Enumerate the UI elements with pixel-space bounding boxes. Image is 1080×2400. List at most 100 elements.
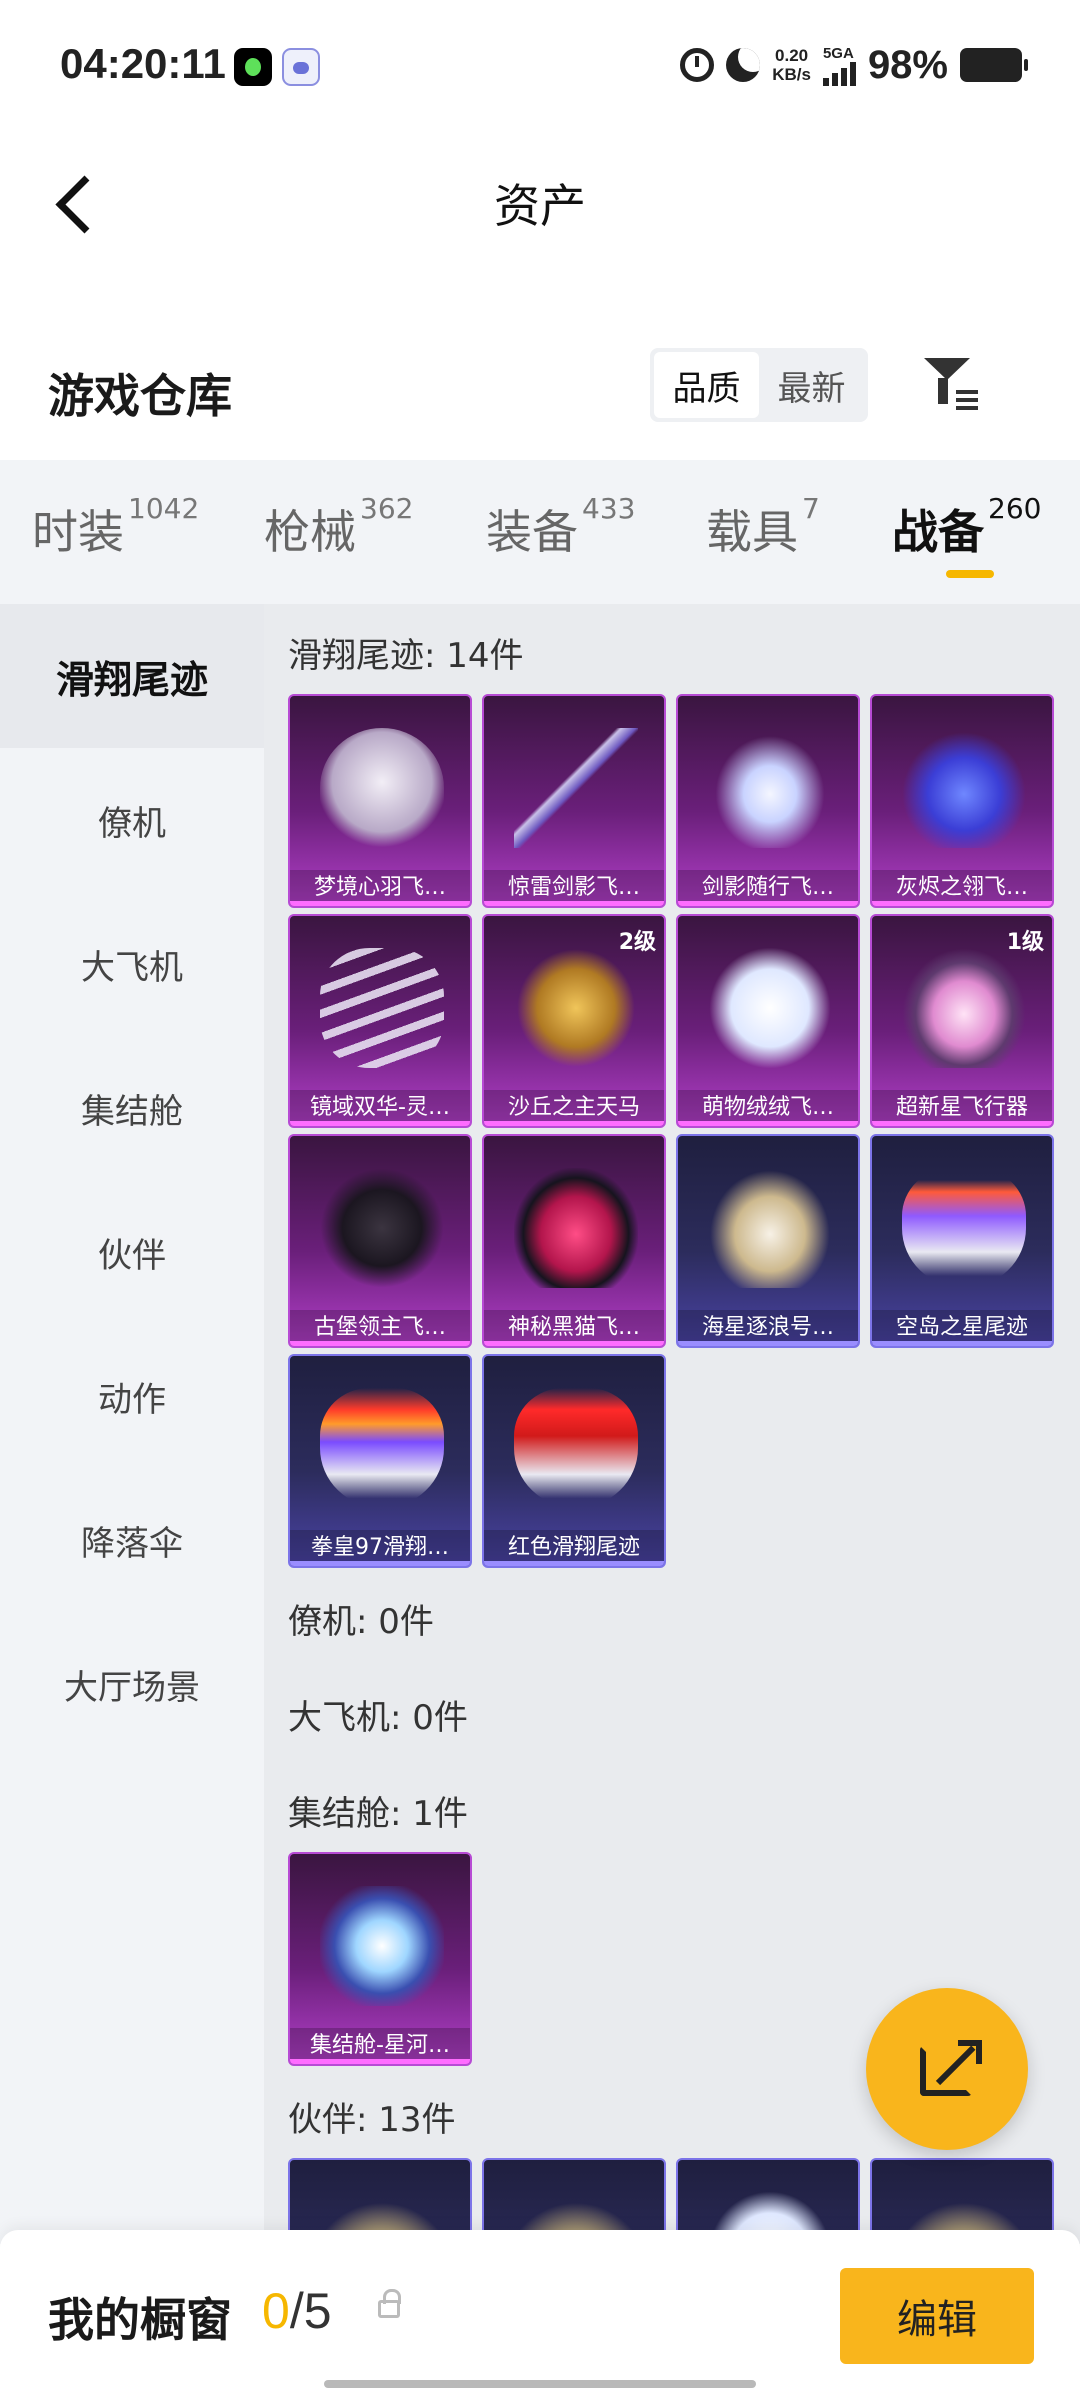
battery-icon <box>960 48 1028 82</box>
item-name: 超新星飞行器 <box>872 1090 1052 1126</box>
item-name: 镜域双华-灵… <box>290 1090 470 1126</box>
tab-count: 433 <box>582 492 636 525</box>
item-card[interactable]: 神秘黑猫飞… <box>482 1134 666 1348</box>
item-image <box>514 1388 638 1508</box>
net-speed-value: 0.20 <box>775 46 809 65</box>
sidebar-item-big-plane[interactable]: 大飞机 <box>0 892 264 1036</box>
showcase-bar: 我的橱窗 0/5 编辑 <box>0 2230 1080 2400</box>
status-indicators: 0.20 KB/s 5GA 98% <box>680 40 1028 90</box>
tab-label: 装备 <box>486 505 578 559</box>
item-name: 沙丘之主天马 <box>484 1090 664 1126</box>
music-app-icon <box>234 48 272 86</box>
moon-icon <box>726 48 761 82</box>
sidebar-item-emote[interactable]: 动作 <box>0 1324 264 1468</box>
battery-percent: 98% <box>867 42 948 87</box>
item-card[interactable]: 惊雷剑影飞… <box>482 694 666 908</box>
item-card[interactable]: 镜域双华-灵… <box>288 914 472 1128</box>
showcase-count: 0/5 <box>262 2282 332 2340</box>
sidebar: 滑翔尾迹 僚机 大飞机 集结舱 伙伴 动作 降落伞 大厅场景 <box>0 604 264 2244</box>
status-bar: 04:20:11 0.20 KB/s 5GA 98% <box>0 0 1080 130</box>
page-title: 资产 <box>494 179 586 233</box>
showcase-current: 0 <box>262 2283 290 2339</box>
lock-icon <box>378 2289 401 2318</box>
edit-button[interactable]: 编辑 <box>840 2268 1034 2364</box>
item-image <box>708 1168 832 1288</box>
share-button[interactable] <box>866 1988 1028 2150</box>
robot-app-icon <box>282 48 320 86</box>
showcase-total: /5 <box>289 2283 332 2339</box>
signal-label: 5GA <box>822 44 854 62</box>
item-card[interactable]: 海星逐浪号… <box>676 1134 860 1348</box>
group-title: 伙伴: 13件 <box>288 2100 456 2140</box>
item-name: 萌物绒绒飞… <box>678 1090 858 1126</box>
sidebar-item-glide-trail[interactable]: 滑翔尾迹 <box>0 604 264 748</box>
item-image <box>514 1168 638 1288</box>
item-image <box>320 1886 444 2006</box>
group-title: 僚机: 0件 <box>288 1602 434 1642</box>
item-image <box>320 948 444 1068</box>
group-title: 集结舱: 1件 <box>288 1794 468 1834</box>
net-speed: 0.20 KB/s <box>772 46 811 84</box>
item-card[interactable]: 梦境心羽飞… <box>288 694 472 908</box>
item-name: 红色滑翔尾迹 <box>484 1530 664 1566</box>
item-level-badge: 2级 <box>618 930 656 955</box>
item-image <box>902 728 1026 848</box>
item-image <box>708 728 832 848</box>
item-image <box>320 728 444 848</box>
tab-label: 战备 <box>892 505 984 559</box>
sidebar-item-wingman[interactable]: 僚机 <box>0 748 264 892</box>
alarm-icon <box>680 48 715 82</box>
tab-label: 枪械 <box>264 505 356 559</box>
tab-count: 7 <box>802 492 820 525</box>
showcase-label: 我的橱窗 <box>48 2293 232 2347</box>
tab-fashion[interactable]: 时装 1042 <box>32 492 199 562</box>
tab-label: 载具 <box>706 505 798 559</box>
section-title: 游戏仓库 <box>48 369 232 423</box>
filter-icon[interactable] <box>920 356 986 416</box>
item-card[interactable]: 剑影随行飞… <box>676 694 860 908</box>
sidebar-item-assembly-pod[interactable]: 集结舱 <box>0 1036 264 1180</box>
category-tabs: 时装 1042 枪械 362 装备 433 载具 7 战备 260 <box>0 460 1080 604</box>
item-name: 拳皇97滑翔… <box>290 1530 470 1566</box>
item-card[interactable]: 红色滑翔尾迹 <box>482 1354 666 1568</box>
item-image <box>514 948 638 1068</box>
item-card[interactable]: 灰烬之翎飞… <box>870 694 1054 908</box>
item-card[interactable]: 2级沙丘之主天马 <box>482 914 666 1128</box>
item-level-badge: 1级 <box>1006 930 1044 955</box>
item-image <box>902 948 1026 1068</box>
item-image <box>514 728 638 848</box>
item-card[interactable]: 拳皇97滑翔… <box>288 1354 472 1568</box>
item-image <box>708 948 832 1068</box>
item-card[interactable]: 1级超新星飞行器 <box>870 914 1054 1128</box>
item-card[interactable]: 古堡领主飞… <box>288 1134 472 1348</box>
item-card[interactable]: 集结舱-星河… <box>288 1852 472 2066</box>
item-image <box>902 1168 1026 1288</box>
tab-label: 时装 <box>32 505 124 559</box>
active-tab-indicator <box>946 570 994 578</box>
sort-quality[interactable]: 品质 <box>654 352 759 418</box>
item-name: 神秘黑猫飞… <box>484 1310 664 1346</box>
sidebar-item-parachute[interactable]: 降落伞 <box>0 1468 264 1612</box>
tab-weapons[interactable]: 枪械 362 <box>264 492 413 562</box>
net-speed-unit: KB/s <box>772 65 811 84</box>
sort-latest[interactable]: 最新 <box>759 352 864 418</box>
tab-count: 1042 <box>128 492 200 525</box>
sort-toggle: 品质 最新 <box>650 348 868 422</box>
home-indicator <box>324 2380 756 2388</box>
tab-equipment[interactable]: 装备 433 <box>486 492 635 562</box>
group-title: 大飞机: 0件 <box>288 1698 468 1738</box>
item-name: 梦境心羽飞… <box>290 870 470 906</box>
item-name: 灰烬之翎飞… <box>872 870 1052 906</box>
tab-count: 362 <box>360 492 414 525</box>
tab-vehicles[interactable]: 载具 7 <box>706 492 820 562</box>
sidebar-item-partner[interactable]: 伙伴 <box>0 1180 264 1324</box>
sidebar-item-lobby-scene[interactable]: 大厅场景 <box>0 1612 264 1756</box>
tab-combat-gear[interactable]: 战备 260 <box>892 492 1041 562</box>
item-image <box>320 1388 444 1508</box>
item-card[interactable]: 萌物绒绒飞… <box>676 914 860 1128</box>
item-name: 空岛之星尾迹 <box>872 1310 1052 1346</box>
item-card[interactable]: 空岛之星尾迹 <box>870 1134 1054 1348</box>
group-title: 滑翔尾迹: 14件 <box>288 636 524 676</box>
status-time: 04:20:11 <box>60 40 226 87</box>
item-image <box>320 1168 444 1288</box>
